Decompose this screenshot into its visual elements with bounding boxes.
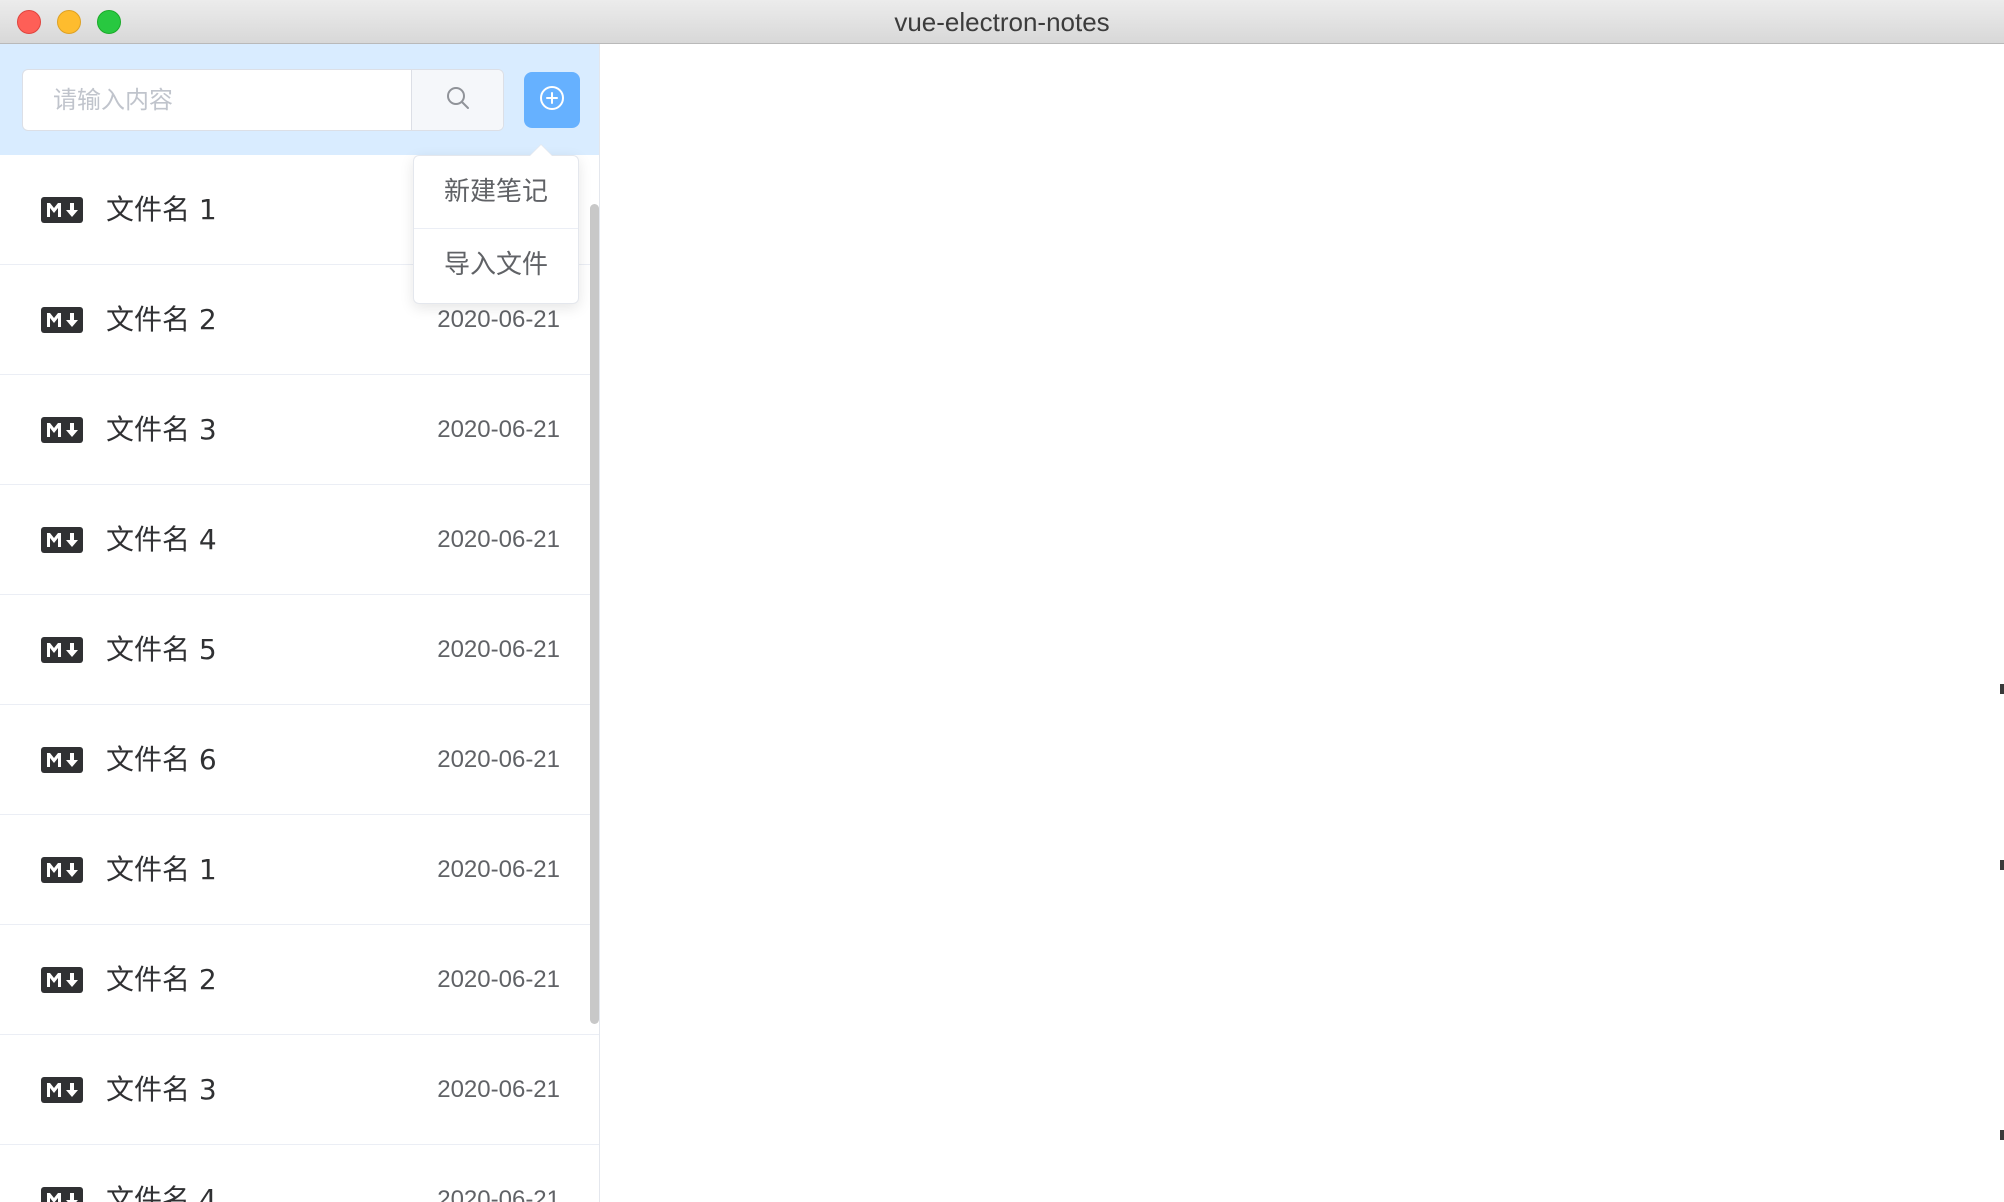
menu-item-import-file[interactable]: 导入文件 bbox=[414, 229, 578, 301]
note-date: 2020-06-21 bbox=[437, 636, 560, 663]
note-name: 文件名 4 bbox=[106, 1183, 217, 1202]
menu-item-new-note[interactable]: 新建笔记 bbox=[414, 156, 578, 228]
note-list-item[interactable]: 文件名 3 2020-06-21 bbox=[0, 1035, 599, 1145]
add-note-button[interactable] bbox=[524, 72, 580, 128]
search-input[interactable] bbox=[23, 70, 411, 130]
note-list-item[interactable]: 文件名 6 2020-06-21 bbox=[0, 705, 599, 815]
window-edge-mark bbox=[2000, 1130, 2004, 1140]
title-bar[interactable]: vue-electron-notes bbox=[0, 0, 2004, 44]
markdown-icon bbox=[41, 747, 83, 773]
markdown-icon bbox=[41, 967, 83, 993]
note-list-item[interactable]: 文件名 2 2020-06-21 bbox=[0, 925, 599, 1035]
note-date: 2020-06-21 bbox=[437, 856, 560, 883]
window-title: vue-electron-notes bbox=[894, 7, 1110, 37]
note-name: 文件名 2 bbox=[106, 303, 217, 336]
note-name: 文件名 6 bbox=[106, 743, 217, 776]
add-menu-dropdown: 新建笔记 导入文件 bbox=[413, 155, 579, 304]
note-date: 2020-06-21 bbox=[437, 526, 560, 553]
note-name: 文件名 3 bbox=[106, 413, 217, 446]
note-name: 文件名 2 bbox=[106, 963, 217, 996]
markdown-icon bbox=[41, 307, 83, 333]
search-bar bbox=[0, 44, 599, 155]
note-name: 文件名 4 bbox=[106, 523, 217, 556]
note-date: 2020-06-21 bbox=[437, 966, 560, 993]
note-list-item[interactable]: 文件名 1 2020-06-21 bbox=[0, 815, 599, 925]
note-list-scrollbar[interactable] bbox=[590, 204, 599, 1024]
editor-area[interactable] bbox=[600, 44, 2004, 1202]
window-edge-mark bbox=[2000, 684, 2004, 694]
note-date: 2020-06-21 bbox=[437, 416, 560, 443]
note-date: 2020-06-21 bbox=[437, 1186, 560, 1202]
app-window: vue-electron-notes 请输入内容 文件名 1 文件名 2 202… bbox=[0, 0, 2004, 1202]
note-date: 2020-06-21 bbox=[437, 1076, 560, 1103]
markdown-icon bbox=[41, 857, 83, 883]
note-list-item[interactable]: 文件名 3 2020-06-21 bbox=[0, 375, 599, 485]
note-list-item[interactable]: 文件名 4 2020-06-21 bbox=[0, 1145, 599, 1202]
note-list[interactable]: 文件名 1 2020-06-21 文件名 2 2020-06-21 文件名 3 2020-… bbox=[0, 155, 599, 1202]
search-button[interactable] bbox=[411, 70, 503, 130]
markdown-icon bbox=[41, 417, 83, 443]
note-list-item[interactable]: 文件名 5 2020-06-21 bbox=[0, 595, 599, 705]
markdown-icon bbox=[41, 637, 83, 663]
markdown-icon bbox=[41, 197, 83, 223]
dropdown-arrow bbox=[530, 145, 552, 156]
markdown-icon bbox=[41, 1077, 83, 1103]
markdown-icon bbox=[41, 527, 83, 553]
plus-circle-icon bbox=[538, 84, 566, 116]
markdown-icon bbox=[41, 1187, 83, 1202]
note-name: 文件名 5 bbox=[106, 633, 217, 666]
note-name: 文件名 3 bbox=[106, 1073, 217, 1106]
window-edge-mark bbox=[2000, 860, 2004, 870]
note-date: 2020-06-21 bbox=[437, 746, 560, 773]
search-icon bbox=[445, 85, 471, 115]
search-field bbox=[22, 69, 504, 131]
note-list-item[interactable]: 文件名 4 2020-06-21 bbox=[0, 485, 599, 595]
note-name: 文件名 1 bbox=[106, 193, 217, 226]
note-name: 文件名 1 bbox=[106, 853, 217, 886]
